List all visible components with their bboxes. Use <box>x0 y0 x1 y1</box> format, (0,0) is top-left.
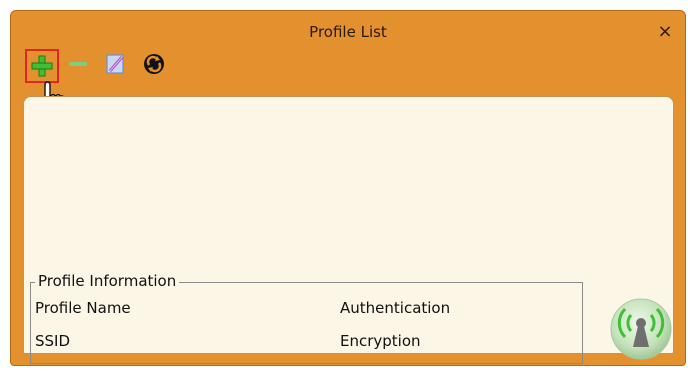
minus-icon <box>69 62 87 66</box>
profile-information-legend: Profile Information <box>35 272 180 290</box>
encryption-label: Encryption <box>340 332 421 350</box>
sync-icon <box>144 54 164 74</box>
add-profile-button[interactable] <box>25 49 59 83</box>
window-title: Profile List <box>309 23 387 41</box>
close-button[interactable]: × <box>655 22 675 42</box>
authentication-label: Authentication <box>340 299 451 317</box>
sync-profile-button[interactable] <box>139 49 173 83</box>
profile-list-window: Profile List × Profile Information Profi… <box>10 10 686 366</box>
profile-list-area[interactable]: Profile Information Profile Name SSID Au… <box>23 96 674 364</box>
edit-icon <box>106 54 124 74</box>
plus-icon <box>31 55 53 77</box>
profile-information-group: Profile Information Profile Name SSID Au… <box>30 272 583 364</box>
ssid-label: SSID <box>35 332 71 350</box>
wireless-signal-icon[interactable] <box>609 297 673 361</box>
remove-profile-button[interactable] <box>63 49 97 83</box>
edit-profile-button[interactable] <box>101 49 135 83</box>
profile-name-label: Profile Name <box>35 299 131 317</box>
